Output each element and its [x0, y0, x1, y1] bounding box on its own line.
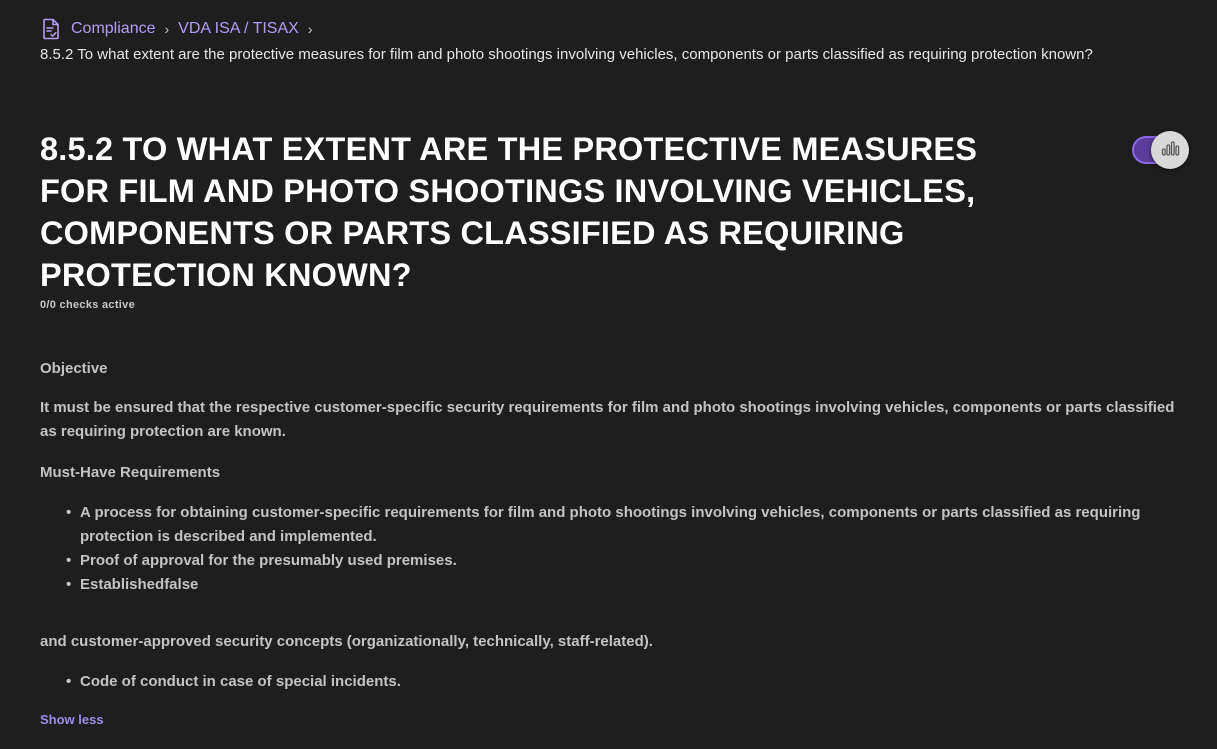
compliance-document-icon [40, 18, 62, 40]
breadcrumb-current-page: 8.5.2 To what extent are the protective … [40, 46, 1093, 63]
bar-chart-icon [1160, 138, 1180, 163]
breadcrumb-link-vda-isa-tisax[interactable]: VDA ISA / TISAX [178, 17, 299, 41]
breadcrumb-link-compliance[interactable]: Compliance [71, 17, 155, 41]
breadcrumb-separator: › [307, 21, 313, 37]
list-item: Code of conduct in case of special incid… [66, 670, 401, 694]
list-item: A process for obtaining customer-specifi… [66, 501, 1180, 549]
page-title: 8.5.2 To what extent are the protective … [40, 131, 978, 293]
breadcrumb-separator: › [164, 21, 170, 37]
requirement-detail-page: Compliance › VDA ISA / TISAX › 8.5.2 To … [0, 0, 1217, 749]
list-item: Proof of approval for the presumably use… [66, 549, 1180, 573]
objective-heading: Objective [40, 360, 108, 377]
breadcrumb: Compliance › VDA ISA / TISAX › [40, 17, 321, 41]
requirements-list: A process for obtaining customer-specifi… [40, 501, 1180, 597]
extra-requirements-list: Code of conduct in case of special incid… [40, 670, 401, 694]
checks-active-count: 0/0 checks active [40, 299, 136, 311]
objective-text: It must be ensured that the respective c… [40, 399, 1175, 440]
continuation-text: and customer-approved security concepts … [40, 633, 653, 650]
must-have-heading: Must-Have Requirements [40, 464, 221, 481]
show-less-link[interactable]: Show less [40, 712, 104, 727]
list-item: Establishedfalse [66, 573, 1180, 597]
toggle-knob [1151, 131, 1189, 169]
checks-toggle[interactable] [1131, 131, 1189, 169]
